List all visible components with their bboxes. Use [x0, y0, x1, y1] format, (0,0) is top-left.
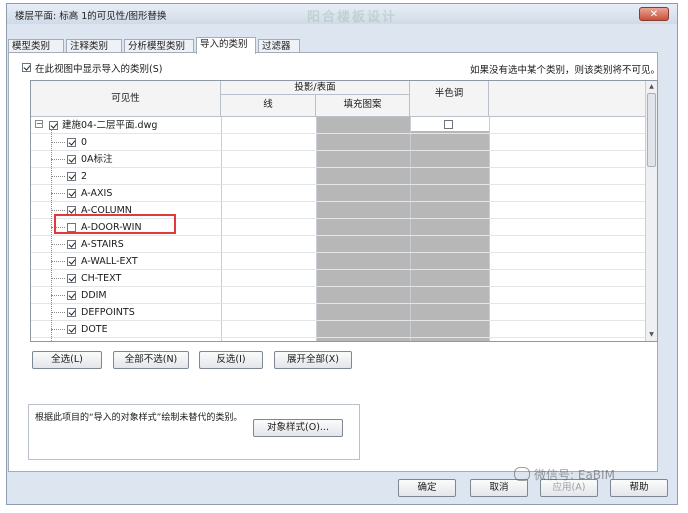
window-title: 楼层平面: 标高 1的可见性/图形替换 — [15, 11, 167, 22]
table-row[interactable]: A-WALL-EXT — [31, 253, 221, 270]
tree-connector — [51, 176, 65, 177]
row-label: DEFPOINTS — [81, 307, 135, 318]
tab-annotation-categories[interactable]: 注释类别 — [66, 39, 122, 53]
header-blank — [489, 81, 647, 117]
header-halftone: 半色调 — [410, 81, 489, 117]
row-label: 0A标注 — [81, 154, 113, 165]
row-visibility-checkbox[interactable] — [67, 189, 76, 198]
table-row[interactable]: 0 — [31, 134, 221, 151]
watermark-text: 阳合楼板设计 — [307, 10, 398, 25]
tree-connector — [51, 278, 65, 279]
tab-imported-categories[interactable]: 导入的类别 — [196, 37, 256, 54]
table-row[interactable]: DEFPOINTS — [31, 304, 221, 321]
scroll-up-icon[interactable]: ▲ — [647, 82, 656, 92]
row-label: 0 — [81, 137, 88, 148]
row-visibility-checkbox[interactable] — [67, 240, 76, 249]
close-icon: ✕ — [649, 9, 659, 20]
row-label: DOTE — [81, 324, 108, 335]
tree-connector — [51, 193, 65, 194]
title-bar: 楼层平面: 标高 1的可见性/图形替换 阳合楼板设计 ✕ — [7, 4, 677, 25]
tree-connector — [51, 159, 65, 160]
help-button[interactable]: 帮助 — [610, 479, 668, 497]
highlight-annotation-box — [54, 214, 176, 234]
tree-connector — [51, 261, 65, 262]
object-styles-note: 根据此项目的“导入的对象样式”绘制未替代的类别。 — [35, 413, 243, 423]
show-imported-checkbox[interactable] — [22, 63, 31, 72]
watermark-wechat: 微信号: EaBIM — [514, 466, 615, 483]
row-label: A-WALL-EXT — [81, 256, 138, 267]
scroll-down-icon[interactable]: ▼ — [647, 330, 656, 340]
collapse-icon[interactable]: − — [35, 120, 43, 128]
tab-filters[interactable]: 过滤器 — [258, 39, 300, 53]
tree-connector — [51, 329, 65, 330]
tab-analytical-model-categories[interactable]: 分析模型类别 — [124, 39, 194, 53]
row-visibility-checkbox[interactable] — [67, 257, 76, 266]
table-row[interactable]: A-AXIS — [31, 185, 221, 202]
header-visibility: 可见性 — [31, 81, 221, 117]
row-visibility-checkbox[interactable] — [67, 138, 76, 147]
row-label: CH-TEXT — [81, 273, 122, 284]
row-label: A-STAIRS — [81, 239, 124, 250]
show-imported-label: 在此视图中显示导入的类别(S) — [35, 63, 163, 75]
watermark-wechat-text: 微信号: EaBIM — [534, 468, 615, 482]
tree-connector — [51, 312, 65, 313]
wechat-icon — [514, 467, 530, 481]
table-row[interactable]: 0A标注 — [31, 151, 221, 168]
close-button[interactable]: ✕ — [639, 7, 669, 21]
row-label: 建施04-二层平面.dwg — [62, 120, 158, 131]
select-none-button[interactable]: 全部不选(N) — [113, 351, 189, 369]
row-visibility-checkbox[interactable] — [67, 291, 76, 300]
table-row[interactable]: H7 — [31, 338, 221, 341]
row-label: A-AXIS — [81, 188, 113, 199]
row-label: 2 — [81, 171, 88, 182]
table-row[interactable]: 2 — [31, 168, 221, 185]
tree-connector — [51, 244, 65, 245]
ok-button[interactable]: 确定 — [398, 479, 456, 497]
table-row[interactable]: CH-TEXT — [31, 270, 221, 287]
tree-connector — [51, 142, 65, 143]
table-row-parent[interactable]: − 建施04-二层平面.dwg — [31, 117, 221, 134]
header-projection-surface: 投影/表面 — [221, 81, 410, 95]
select-all-button[interactable]: 全选(L) — [32, 351, 102, 369]
show-imported-checkbox-row[interactable]: 在此视图中显示导入的类别(S) — [22, 61, 163, 75]
row-visibility-checkbox[interactable] — [67, 308, 76, 317]
row-visibility-checkbox[interactable] — [67, 155, 76, 164]
tree-connector — [51, 129, 52, 341]
row-visibility-checkbox[interactable] — [67, 274, 76, 283]
table-row[interactable]: A-STAIRS — [31, 236, 221, 253]
table-scrollbar[interactable]: ▲ ▼ — [645, 81, 657, 341]
table-row[interactable]: DDIM — [31, 287, 221, 304]
halftone-column-disabled — [410, 131, 489, 341]
category-table: 可见性 投影/表面 线 填充图案 半色调 − 建施04-二层平面.dwg 0 0A标注… — [30, 80, 658, 342]
header-fill-pattern: 填充图案 — [316, 95, 410, 117]
row-visibility-checkbox[interactable] — [67, 172, 76, 181]
table-row[interactable]: DOTE — [31, 321, 221, 338]
tab-model-categories[interactable]: 模型类别 — [8, 39, 64, 53]
row-label: DDIM — [81, 290, 107, 301]
invert-selection-button[interactable]: 反选(I) — [199, 351, 263, 369]
expand-all-button[interactable]: 展开全部(X) — [274, 351, 352, 369]
row-label: H7 — [81, 338, 94, 341]
header-line: 线 — [221, 95, 316, 117]
row-visibility-checkbox[interactable] — [67, 325, 76, 334]
tree-connector — [51, 210, 65, 211]
halftone-checkbox[interactable] — [444, 120, 453, 129]
tree-connector — [51, 295, 65, 296]
object-styles-group: 根据此项目的“导入的对象样式”绘制未替代的类别。 对象样式(O)... — [28, 404, 360, 460]
scroll-thumb[interactable] — [647, 93, 656, 167]
hint-text: 如果没有选中某个类别，则该类别将不可见。 — [469, 65, 660, 76]
object-styles-button[interactable]: 对象样式(O)... — [253, 419, 343, 437]
